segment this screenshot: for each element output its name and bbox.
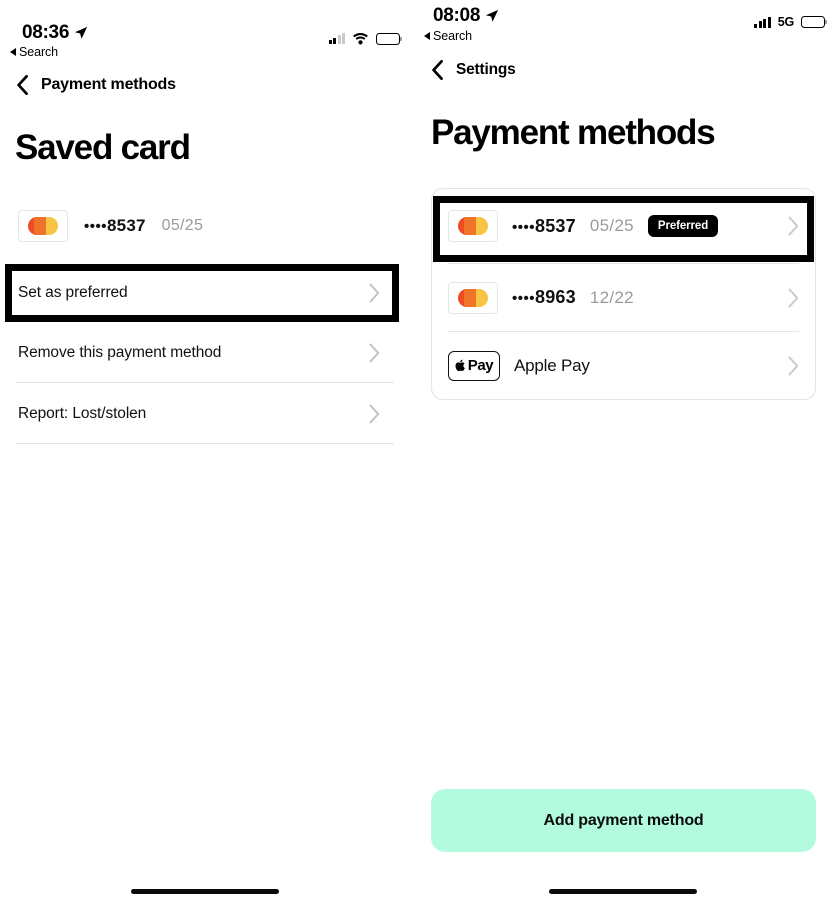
nav-bar: Settings	[431, 60, 516, 80]
chevron-left-icon[interactable]	[431, 60, 444, 80]
wifi-icon	[353, 33, 368, 45]
status-indicators	[328, 32, 403, 45]
chevron-left-icon[interactable]	[16, 75, 29, 95]
home-indicator	[549, 889, 697, 894]
nav-bar: Payment methods	[16, 75, 176, 95]
payment-method-row-8963[interactable]: ••••8963 12/22	[432, 264, 815, 331]
chevron-right-icon	[369, 404, 380, 424]
action-report-lost-stolen[interactable]: Report: Lost/stolen	[18, 399, 380, 429]
action-remove-payment-method[interactable]: Remove this payment method	[18, 338, 380, 368]
page-title: Saved card	[15, 128, 191, 167]
nav-title: Payment methods	[41, 76, 176, 93]
battery-icon	[801, 16, 828, 28]
card-last4: 8537	[107, 216, 146, 235]
right-screen-payment-methods: 08:08 Search 5G Settings Payment methods…	[420, 0, 835, 910]
chevron-right-icon	[788, 288, 799, 307]
battery-icon	[376, 32, 403, 45]
location-arrow-icon	[485, 9, 499, 22]
action-label: Report: Lost/stolen	[18, 405, 147, 422]
apple-pay-icon: Pay	[448, 350, 500, 381]
divider	[16, 443, 394, 444]
divider	[16, 382, 394, 383]
status-indicators: 5G	[754, 15, 828, 29]
apple-logo-icon	[455, 359, 465, 372]
status-time-label: 08:08	[433, 5, 481, 26]
card-number: ••••8963	[512, 287, 576, 308]
action-set-as-preferred[interactable]: Set as preferred	[18, 278, 380, 308]
status-time: 08:36	[22, 22, 88, 44]
highlight-box-preferred-card	[433, 196, 814, 262]
back-to-search-label: Search	[433, 29, 473, 43]
triangle-left-icon	[424, 32, 430, 40]
status-time-label: 08:36	[22, 22, 70, 43]
chevron-right-icon	[369, 283, 380, 303]
action-label: Set as preferred	[18, 284, 128, 301]
apple-pay-label: Pay	[467, 357, 494, 374]
card-number: ••••8537	[84, 216, 146, 236]
network-type-label: 5G	[777, 15, 794, 29]
action-label: Remove this payment method	[18, 344, 222, 361]
card-mask-dots: ••••	[84, 218, 108, 235]
status-time: 08:08	[433, 5, 499, 27]
chevron-right-icon	[369, 343, 380, 363]
nav-title: Settings	[456, 61, 516, 78]
card-mask-dots: ••••	[512, 290, 536, 307]
triangle-left-icon	[10, 48, 16, 56]
card-expiry: 05/25	[161, 217, 204, 234]
status-bar: 08:08 Search 5G	[420, 0, 835, 48]
chevron-right-icon	[788, 356, 799, 375]
back-to-search-label: Search	[19, 45, 59, 59]
payment-method-name: Apple Pay	[514, 355, 590, 375]
cellular-bars-icon	[754, 16, 771, 28]
page-title: Payment methods	[431, 113, 716, 152]
saved-card-row: ••••8537 05/25	[18, 210, 203, 242]
card-last4: 8963	[535, 287, 576, 307]
payment-method-row-apple-pay[interactable]: Pay Apple Pay	[432, 332, 815, 399]
home-indicator	[131, 889, 279, 894]
back-to-search-link[interactable]: Search	[10, 45, 58, 59]
mastercard-icon	[18, 210, 68, 242]
cellular-bars-icon	[328, 33, 345, 44]
status-bar: 08:36 Search	[0, 0, 420, 59]
mastercard-icon	[448, 281, 498, 314]
card-expiry: 12/22	[589, 287, 634, 307]
dual-screen-comparison: 08:36 Search Payment methods Saved card …	[0, 0, 835, 910]
left-screen-saved-card: 08:36 Search Payment methods Saved card …	[0, 0, 420, 910]
back-to-search-link[interactable]: Search	[424, 29, 472, 43]
add-payment-method-button[interactable]: Add payment method	[431, 789, 816, 852]
location-arrow-icon	[74, 26, 88, 39]
